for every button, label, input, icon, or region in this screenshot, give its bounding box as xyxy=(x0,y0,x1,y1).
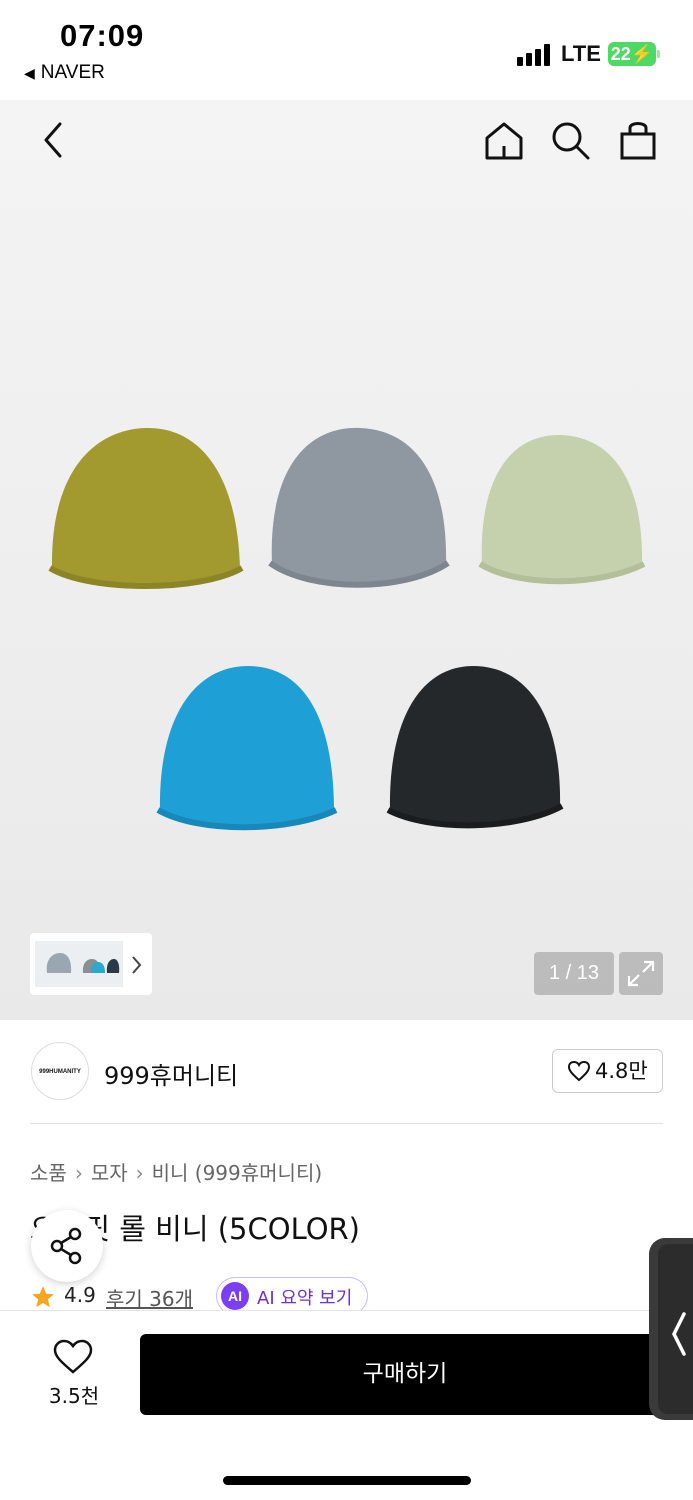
chevron-right-icon[interactable] xyxy=(128,952,146,978)
side-handle-inner xyxy=(658,1244,693,1414)
search-icon[interactable] xyxy=(550,120,592,162)
breadcrumb-item[interactable]: 비니 (999휴머니티) xyxy=(152,1161,323,1185)
wishlist-heart-icon[interactable] xyxy=(40,1338,106,1378)
network-type: LTE xyxy=(561,41,601,66)
share-icon xyxy=(50,1227,82,1265)
star-icon xyxy=(32,1286,54,1308)
battery-level: 22 xyxy=(610,44,631,64)
brand-like-button[interactable]: 4.8만 xyxy=(552,1049,663,1093)
breadcrumb-item[interactable]: 소품 xyxy=(30,1161,67,1185)
chevron-left-icon xyxy=(672,1312,686,1356)
back-icon[interactable] xyxy=(38,118,68,162)
review-count-link[interactable]: 후기 36개 xyxy=(106,1283,193,1312)
shopping-bag-icon[interactable] xyxy=(618,118,658,162)
home-indicator xyxy=(223,1476,471,1485)
status-time: 07:09 xyxy=(60,18,145,53)
share-button[interactable] xyxy=(31,1210,103,1282)
back-triangle-icon: ◀ xyxy=(24,65,35,81)
product-image-gallery[interactable] xyxy=(0,100,693,1020)
product-image xyxy=(48,427,646,831)
heart-icon xyxy=(567,1060,591,1082)
wishlist-count: 3.5천 xyxy=(48,1384,100,1408)
chevron-right-icon: › xyxy=(74,1161,83,1185)
image-counter: 1 / 13 xyxy=(534,952,614,995)
divider xyxy=(30,1123,663,1124)
brand-logo[interactable]: 999HUMANITY xyxy=(31,1042,89,1100)
brand-like-count: 4.8만 xyxy=(595,1059,648,1083)
home-icon[interactable] xyxy=(483,120,525,162)
back-app-label: NAVER xyxy=(40,62,105,83)
expand-icon[interactable] xyxy=(619,952,663,995)
ai-badge-icon: AI xyxy=(221,1282,249,1310)
rating-value: 4.9 xyxy=(64,1283,96,1307)
side-panel-handle[interactable] xyxy=(649,1238,693,1420)
breadcrumb-item[interactable]: 모자 xyxy=(91,1161,128,1185)
status-bar: 07:09 ◀ NAVER LTE 22⚡ xyxy=(0,0,693,100)
breadcrumb: 소품 › 모자 › 비니 (999휴머니티) xyxy=(30,1157,322,1186)
thumbnail-image xyxy=(35,941,123,987)
brand-row[interactable]: 999HUMANITY 999휴머니티 4.8만 xyxy=(0,1020,693,1124)
battery-icon: 22⚡ xyxy=(608,42,660,66)
brand-name[interactable]: 999휴머니티 xyxy=(104,1056,238,1091)
chevron-right-icon: › xyxy=(135,1161,144,1185)
signal-icon xyxy=(517,44,553,66)
buy-button[interactable]: 구매하기 xyxy=(140,1334,670,1415)
back-to-app-link[interactable]: ◀ NAVER xyxy=(24,62,105,84)
ai-summary-label: AI 요약 보기 xyxy=(257,1288,353,1309)
